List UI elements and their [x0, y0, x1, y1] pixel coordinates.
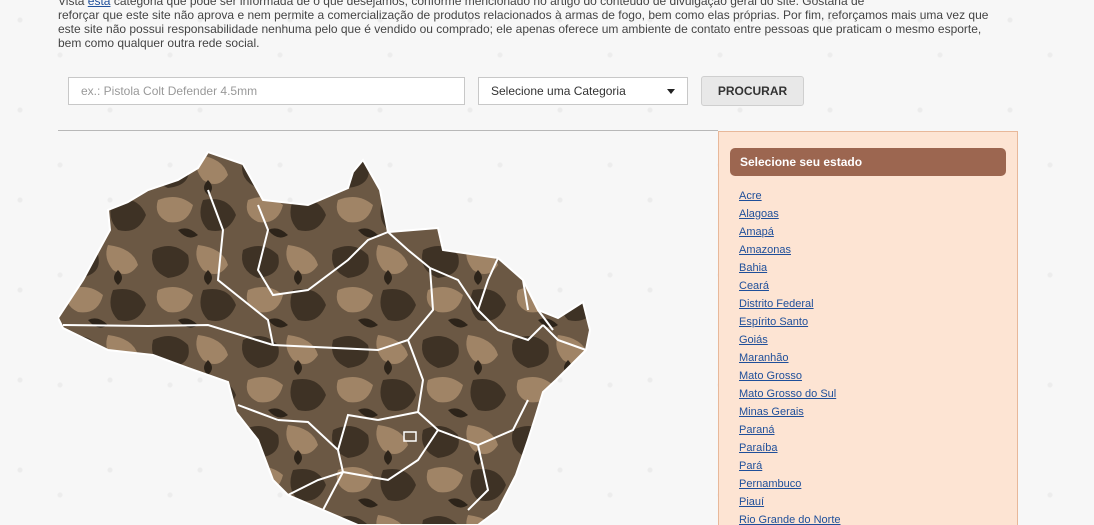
state-link[interactable]: Paraíba	[739, 442, 778, 454]
state-list-item: Espírito Santo	[739, 313, 1017, 331]
divider	[58, 130, 718, 131]
state-panel: Selecione seu estado Acre Alagoas Amapá Ama…	[718, 131, 1018, 525]
state-list-item: Rio Grande do Norte	[739, 511, 1017, 525]
state-link[interactable]: Piauí	[739, 496, 764, 508]
intro-link[interactable]: esta	[88, 0, 111, 8]
state-list-item: Piauí	[739, 493, 1017, 511]
state-list-item: Amapá	[739, 223, 1017, 241]
state-link[interactable]: Amapá	[739, 226, 774, 238]
state-panel-title: Selecione seu estado	[730, 148, 1006, 176]
state-list-item: Maranhão	[739, 349, 1017, 367]
state-link[interactable]: Espírito Santo	[739, 316, 808, 328]
state-list-item: Pará	[739, 457, 1017, 475]
brazil-map[interactable]	[58, 150, 598, 525]
state-list-item: Ceará	[739, 277, 1017, 295]
chevron-down-icon	[667, 88, 675, 94]
state-list-item: Minas Gerais	[739, 403, 1017, 421]
state-list-item: Distrito Federal	[739, 295, 1017, 313]
state-link[interactable]: Minas Gerais	[739, 406, 804, 418]
intro-line-1: Vista esta categoria que pode ser inform…	[58, 0, 1038, 8]
intro-text: Vista esta categoria que pode ser inform…	[58, 0, 1038, 50]
state-list-item: Acre	[739, 187, 1017, 205]
search-button[interactable]: PROCURAR	[701, 76, 804, 106]
state-link[interactable]: Pernambuco	[739, 478, 801, 490]
state-list-item: Alagoas	[739, 205, 1017, 223]
category-select-value: Selecione uma Categoria	[491, 84, 626, 98]
state-link[interactable]: Maranhão	[739, 352, 789, 364]
search-input[interactable]	[68, 77, 465, 105]
state-link[interactable]: Pará	[739, 460, 762, 472]
state-link[interactable]: Mato Grosso	[739, 370, 802, 382]
state-link[interactable]: Paraná	[739, 424, 774, 436]
state-link[interactable]: Bahia	[739, 262, 767, 274]
state-list-item: Mato Grosso	[739, 367, 1017, 385]
state-list-item: Amazonas	[739, 241, 1017, 259]
state-link[interactable]: Rio Grande do Norte	[739, 514, 841, 525]
state-list-item: Goiás	[739, 331, 1017, 349]
state-link[interactable]: Amazonas	[739, 244, 791, 256]
intro-line-2: reforçar que este site não aprova e nem …	[58, 8, 989, 22]
category-select[interactable]: Selecione uma Categoria	[478, 77, 688, 105]
state-link[interactable]: Ceará	[739, 280, 769, 292]
state-list-item: Bahia	[739, 259, 1017, 277]
brazil-shape[interactable]	[58, 150, 592, 525]
state-link[interactable]: Alagoas	[739, 208, 779, 220]
state-list-item: Paraná	[739, 421, 1017, 439]
state-link[interactable]: Goiás	[739, 334, 768, 346]
state-list: Acre Alagoas Amapá Amazonas Bahia Ceará Distri…	[739, 187, 1017, 525]
state-link[interactable]: Acre	[739, 190, 762, 202]
intro-line-3: este site não possui responsabilidade ne…	[58, 22, 982, 36]
state-list-item: Mato Grosso do Sul	[739, 385, 1017, 403]
state-link[interactable]: Mato Grosso do Sul	[739, 388, 836, 400]
state-list-item: Pernambuco	[739, 475, 1017, 493]
state-link[interactable]: Distrito Federal	[739, 298, 814, 310]
intro-line-4: bem como qualquer outra rede social.	[58, 36, 260, 50]
state-list-item: Paraíba	[739, 439, 1017, 457]
